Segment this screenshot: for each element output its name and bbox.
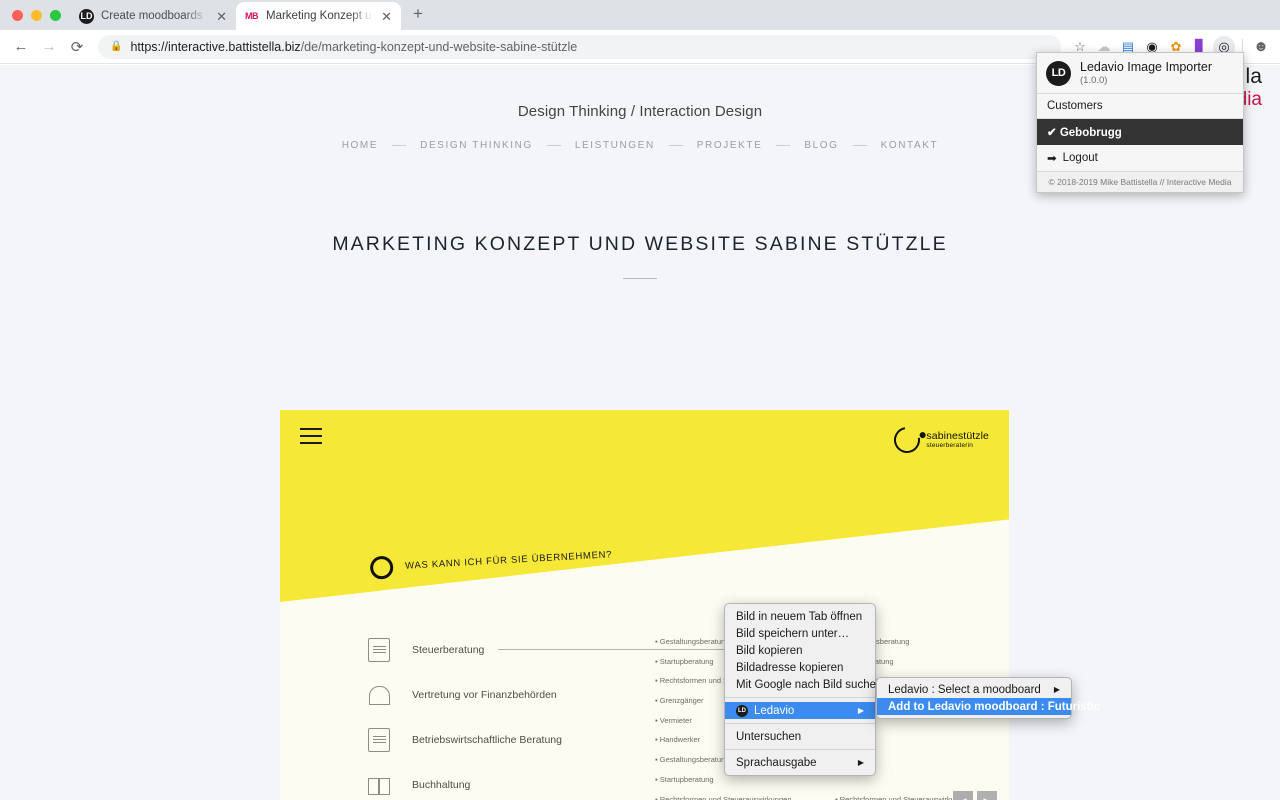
menu-item-speech[interactable]: Sprachausgabe ▶ (725, 754, 875, 771)
close-window-button[interactable] (12, 10, 23, 21)
page-title: MARKETING KONZEPT UND WEBSITE SABINE STÜ… (332, 233, 948, 255)
ledavio-logo-icon: LD (1046, 60, 1071, 86)
logout-label: Logout (1062, 152, 1098, 164)
menu-item-label: Ledavio (754, 704, 795, 717)
service-label: Buchhaltung (412, 778, 471, 791)
nav-item-leistungen[interactable]: LEISTUNGEN (561, 140, 669, 151)
menu-item-ledavio[interactable]: LD Ledavio ▶ (725, 702, 875, 719)
menu-item-search-google-for-image[interactable]: Mit Google nach Bild suchen (725, 676, 882, 693)
submenu-item-select-moodboard[interactable]: Ledavio : Select a moodboard ▶ (877, 681, 1071, 698)
menu-item-copy-image[interactable]: Bild kopieren (725, 642, 875, 659)
book-icon (368, 773, 390, 797)
nav-divider (546, 145, 561, 146)
document-icon (368, 637, 390, 662)
submenu-item-add-to-moodboard[interactable]: Add to Ledavio moodboard : Futuristic (877, 698, 1100, 715)
forward-button[interactable]: → (36, 34, 62, 60)
bullet-item: Startupberatung (655, 776, 792, 784)
tab-strip: LD Create moodboards with Ledavio ✕ MB M… (0, 0, 1280, 30)
hero-question-text: WAS KANN ICH FÜR SIE ÜBERNEHMEN? (404, 549, 613, 572)
menu-divider (725, 697, 875, 698)
service-label: Steuerberatung (412, 643, 485, 656)
chevron-right-icon: ▶ (857, 706, 864, 715)
popup-header: LD Ledavio Image Importer (1.0.0) (1037, 53, 1243, 94)
popup-version: (1.0.0) (1080, 75, 1108, 86)
nav-divider (776, 145, 791, 146)
menu-divider (725, 749, 875, 750)
carousel-next-button[interactable]: ▶ (977, 791, 997, 800)
nav-item-design-thinking[interactable]: DESIGN THINKING (406, 140, 547, 151)
new-tab-button[interactable]: + (401, 4, 433, 30)
carousel-prev-button[interactable]: ◀ (953, 791, 973, 800)
building-icon (368, 683, 390, 707)
back-button[interactable]: ← (8, 34, 34, 60)
menu-item-save-image-as[interactable]: Bild speichern unter… (725, 625, 875, 642)
context-menu: Bild in neuem Tab öffnen Bild speichern … (724, 603, 882, 776)
nav-item-kontakt[interactable]: KONTAKT (867, 140, 953, 151)
menu-item-copy-image-address[interactable]: Bildadresse kopieren (725, 659, 875, 676)
sabinestuetzle-logo: sabinestützle steuerberaterin (889, 421, 989, 459)
browser-window: LD Create moodboards with Ledavio ✕ MB M… (0, 0, 1280, 800)
popup-customers-label: Customers (1037, 94, 1243, 119)
project-screenshot-image[interactable]: sabinestützle steuerberaterin WAS KANN I… (280, 410, 1009, 800)
tab-title: Create moodboards with Ledavio (101, 10, 208, 22)
menu-item-open-image-new-tab[interactable]: Bild in neuem Tab öffnen (725, 608, 875, 625)
hero-ring-icon (369, 555, 394, 580)
nav-divider (392, 145, 407, 146)
customer-name: Gebobrugg (1059, 127, 1122, 139)
popup-logout-row[interactable]: ➡ Logout (1037, 145, 1243, 172)
tab-battistella[interactable]: MB Marketing Konzept und Website ✕ (236, 2, 401, 30)
logo-subtitle: steuerberaterin (926, 442, 974, 450)
calculator-icon (368, 727, 390, 752)
chevron-right-icon: ▶ (857, 758, 864, 767)
service-label: Betriebswirtschaftliche Beratung (412, 733, 562, 746)
nav-item-projekte[interactable]: PROJEKTE (683, 140, 777, 151)
submenu-item-label: Ledavio : Select a moodboard (888, 683, 1041, 696)
ledavio-extension-popup: LD Ledavio Image Importer (1.0.0) Custom… (1036, 52, 1244, 193)
ledavio-favicon-icon: LD (79, 8, 94, 24)
tab-ledavio[interactable]: LD Create moodboards with Ledavio ✕ (71, 2, 236, 30)
maximize-window-button[interactable] (50, 10, 61, 21)
minimize-window-button[interactable] (31, 10, 42, 21)
hamburger-menu-icon[interactable] (300, 428, 322, 449)
popup-customer-gebobrugg[interactable]: ✔ Gebobrugg (1037, 119, 1243, 145)
lock-icon: 🔒 (110, 41, 123, 52)
profile-avatar-icon[interactable]: ☻ (1250, 36, 1272, 58)
bullet-item: Rechtsformen und Steuerauswirkungen (835, 795, 972, 800)
tab-title: Marketing Konzept und Website (266, 10, 373, 22)
ledavio-submenu: Ledavio : Select a moodboard ▶ Add to Le… (876, 677, 1100, 719)
menu-item-label: Sprachausgabe (736, 756, 817, 769)
title-divider (623, 278, 657, 279)
logo-name: sabinestützle (926, 430, 989, 443)
logout-icon: ➡ (1047, 153, 1057, 165)
service-label: Vertretung vor Finanzbehörden (412, 688, 557, 701)
nav-divider (668, 145, 683, 146)
nav-item-blog[interactable]: BLOG (790, 140, 852, 151)
address-bar[interactable]: 🔒 https://interactive.battistella.biz/de… (98, 34, 1061, 59)
carousel-controls: ◀ ▶ (953, 791, 997, 800)
chevron-right-icon: ▶ (1053, 685, 1060, 694)
bullet-item: Rechtsformen und Steuerauswirkungen (655, 795, 792, 800)
circle-logo-icon (889, 421, 926, 459)
tab-close-icon[interactable]: ✕ (380, 10, 393, 23)
nav-item-home[interactable]: HOME (328, 140, 392, 151)
battistella-favicon-icon: MB (245, 11, 259, 21)
ledavio-menu-icon: LD (736, 704, 748, 717)
menu-item-inspect[interactable]: Untersuchen (725, 728, 875, 745)
url-text: https://interactive.battistella.biz/de/m… (130, 40, 577, 54)
tab-close-icon[interactable]: ✕ (215, 10, 228, 23)
popup-title: Ledavio Image Importer (1080, 60, 1213, 74)
url-host: https://interactive.battistella.biz (130, 39, 301, 54)
check-icon: ✔ (1047, 127, 1057, 139)
menu-divider (725, 723, 875, 724)
reload-button[interactable]: ⟳ (64, 34, 90, 60)
window-traffic-lights (8, 10, 71, 30)
url-path: /de/marketing-konzept-und-website-sabine… (300, 39, 578, 54)
popup-footer: © 2018-2019 Mike Battistella // Interact… (1037, 172, 1243, 192)
nav-divider (852, 145, 867, 146)
